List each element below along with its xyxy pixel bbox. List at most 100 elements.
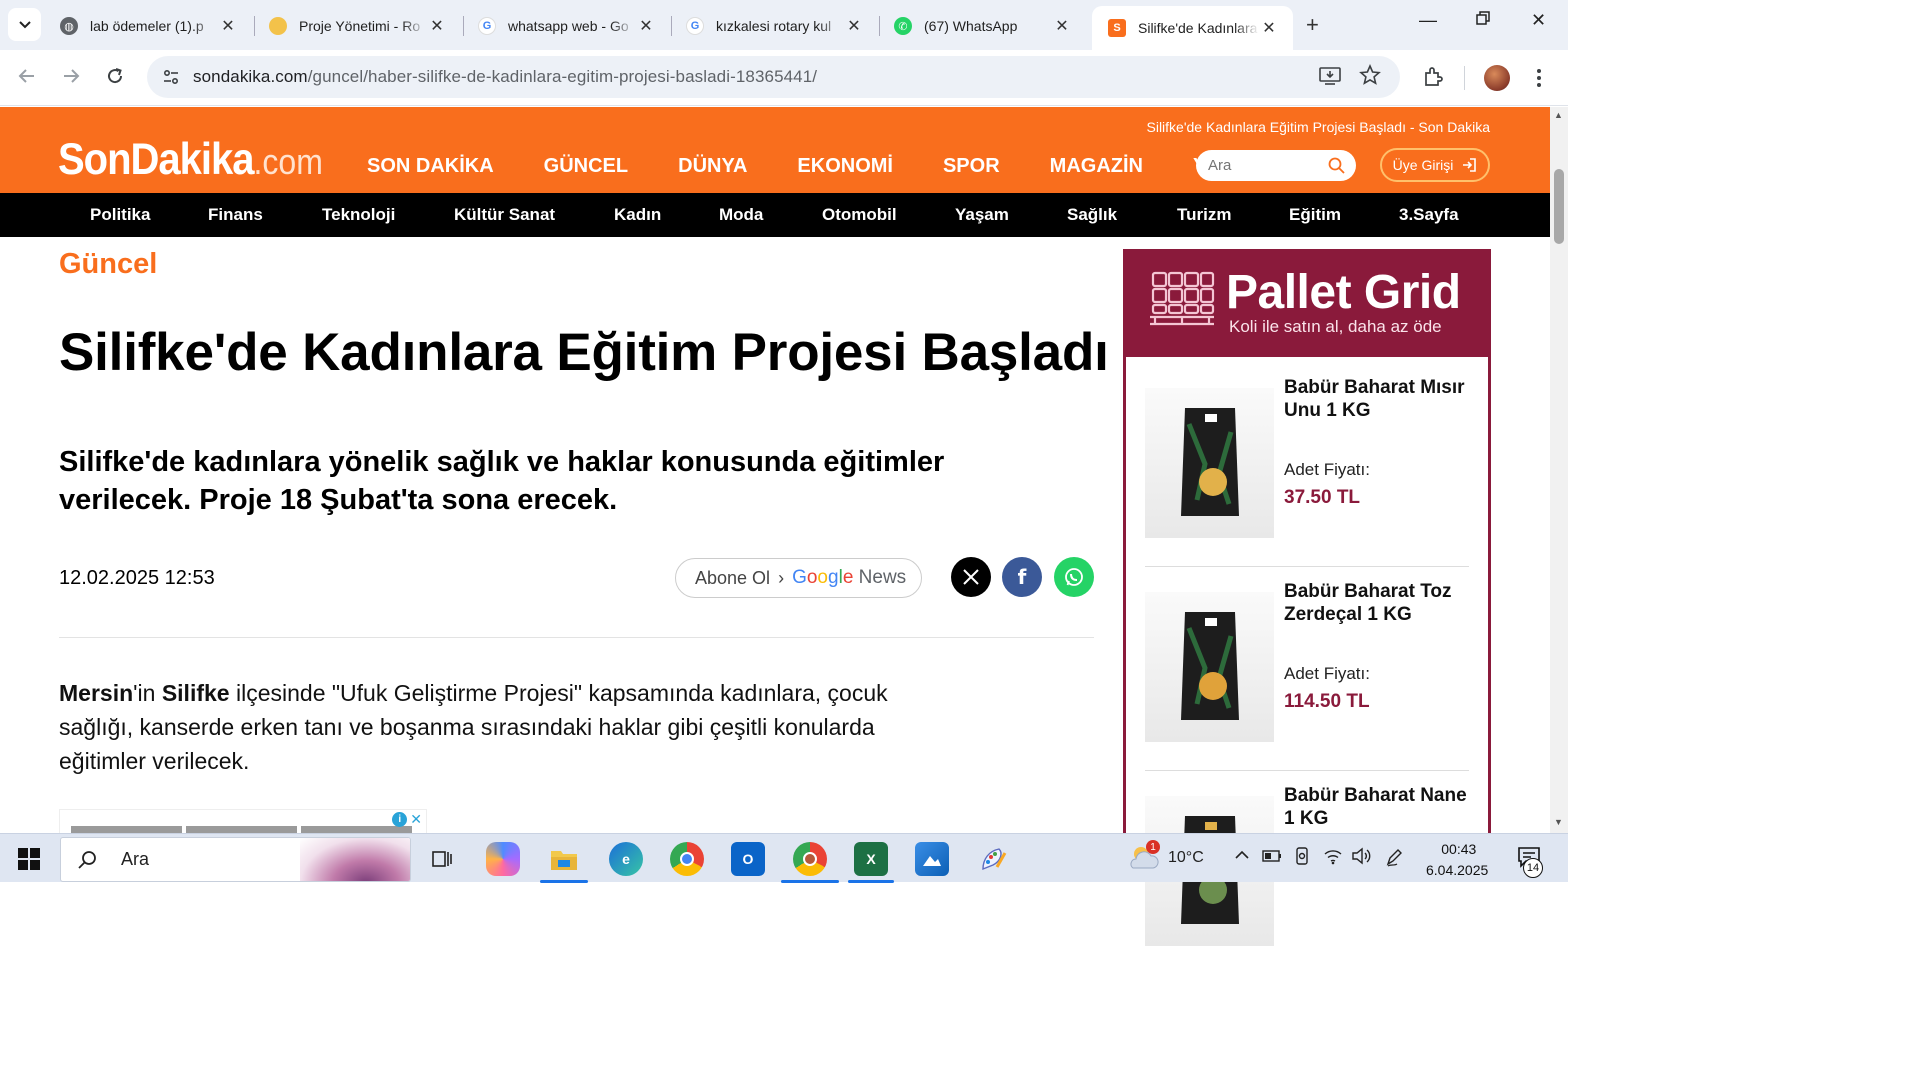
outlook-icon[interactable]: O (731, 842, 765, 876)
search-input[interactable] (1208, 157, 1328, 174)
close-tab-icon[interactable]: ✕ (1052, 16, 1072, 36)
search-icon[interactable] (1328, 157, 1345, 174)
link-silifke[interactable]: Silifke (162, 680, 230, 706)
subnav-finans[interactable]: Finans (208, 205, 263, 225)
sidebar-ad[interactable]: Pallet Grid Koli ile satın al, daha az ö… (1123, 249, 1491, 946)
product-card[interactable]: Babür Baharat Mısır Unu 1 KG Adet Fiyatı… (1145, 376, 1469, 546)
nav-magazin[interactable]: MAGAZİN (1033, 155, 1143, 178)
address-bar[interactable]: sondakika.com/guncel/haber-silifke-de-ka… (147, 56, 1400, 98)
install-app-icon[interactable] (1319, 66, 1341, 91)
tab-search-button[interactable] (8, 8, 41, 41)
subnav-yasam[interactable]: Yaşam (955, 205, 1009, 225)
excel-icon[interactable]: X (854, 842, 888, 876)
site-logo[interactable]: SonDakika.com (58, 135, 323, 185)
file-explorer-icon[interactable] (547, 842, 581, 876)
close-tab-icon[interactable]: ✕ (218, 16, 238, 36)
extensions-icon[interactable] (1422, 66, 1444, 93)
tab-2[interactable]: G whatsapp web - Go ✕ (462, 6, 670, 46)
site-header: SonDakika.com Silifke'de Kadınlara Eğiti… (0, 107, 1550, 193)
article-category[interactable]: Güncel (59, 248, 157, 281)
volume-icon[interactable] (1351, 847, 1371, 870)
copilot-icon[interactable] (486, 842, 520, 876)
close-tab-icon[interactable]: ✕ (844, 16, 864, 36)
facebook-icon: f (1017, 565, 1027, 589)
subnav-kultur-sanat[interactable]: Kültür Sanat (454, 205, 555, 225)
nav-guncel[interactable]: GÜNCEL (527, 155, 628, 178)
share-facebook-button[interactable]: f (1002, 557, 1042, 597)
profile-avatar[interactable] (1484, 65, 1510, 91)
share-x-button[interactable] (951, 557, 991, 597)
nav-ekonomi[interactable]: EKONOMİ (780, 155, 893, 178)
forward-button[interactable] (61, 66, 81, 92)
search-highlight-image (300, 838, 410, 881)
subnav-saglik[interactable]: Sağlık (1067, 205, 1117, 225)
link-mersin[interactable]: Mersin (59, 680, 133, 706)
subnav-moda[interactable]: Moda (719, 205, 763, 225)
subnav-otomobil[interactable]: Otomobil (822, 205, 897, 225)
subnav-teknoloji[interactable]: Teknoloji (322, 205, 395, 225)
tab-4[interactable]: ✆ (67) WhatsApp ✕ (878, 6, 1086, 46)
page-scrollbar[interactable]: ▲ ▼ (1550, 107, 1568, 833)
tab-0[interactable]: ◍ lab ödemeler (1).p ✕ (44, 6, 252, 46)
bookmark-star-icon[interactable] (1359, 63, 1381, 91)
close-window-button[interactable]: ✕ (1531, 10, 1546, 31)
nav-son-dakika[interactable]: SON DAKİKA (350, 155, 494, 178)
site-info-icon[interactable] (161, 67, 181, 87)
scroll-down-arrow[interactable]: ▼ (1554, 817, 1563, 827)
product-card[interactable]: Babür Baharat Toz Zerdeçal 1 KG Adet Fiy… (1145, 580, 1469, 750)
chevron-up-icon[interactable] (1234, 847, 1250, 868)
subnav-turizm[interactable]: Turizm (1177, 205, 1231, 225)
wifi-icon[interactable] (1323, 847, 1343, 870)
subnav-3sayfa[interactable]: 3.Sayfa (1399, 205, 1459, 225)
follow-label: Abone Ol (695, 567, 771, 588)
google-icon: G (478, 17, 496, 35)
sondakika-icon: S (1108, 19, 1126, 37)
subnav-kadin[interactable]: Kadın (614, 205, 661, 225)
notification-center-button[interactable]: 14 (1517, 846, 1545, 878)
menu-kebab-icon[interactable] (1536, 68, 1542, 93)
arrow-right-icon (64, 69, 80, 83)
new-tab-button[interactable]: + (1306, 12, 1319, 38)
photos-icon[interactable] (915, 842, 949, 876)
scrollbar-thumb[interactable] (1554, 169, 1564, 244)
nav-dunya[interactable]: DÜNYA (661, 155, 747, 178)
tab-title: Proje Yönetimi - Ro (299, 18, 421, 34)
paint-icon[interactable] (976, 842, 1010, 876)
start-button[interactable] (18, 848, 40, 875)
pen-icon[interactable] (1385, 847, 1403, 872)
ad-close-icon[interactable]: ✕ (410, 812, 422, 827)
subnav-politika[interactable]: Politika (90, 205, 150, 225)
google-news-follow-button[interactable]: Abone Ol › Google News (675, 558, 922, 598)
system-clock[interactable]: 00:43 6.04.2025 (1426, 839, 1488, 881)
edge-icon[interactable]: e (609, 842, 643, 876)
product-image (1145, 388, 1274, 538)
tab-1[interactable]: Proje Yönetimi - Ro ✕ (253, 6, 461, 46)
ad-brand: Pallet Grid (1226, 266, 1461, 319)
close-tab-icon[interactable]: ✕ (1259, 18, 1279, 38)
close-tab-icon[interactable]: ✕ (636, 16, 656, 36)
battery-icon[interactable] (1262, 849, 1282, 868)
share-whatsapp-button[interactable] (1054, 557, 1094, 597)
weather-widget[interactable]: 1 (1127, 840, 1161, 877)
product-name: Babür Baharat Nane 1 KG (1284, 785, 1467, 829)
ad-info-icon[interactable]: i (392, 812, 408, 827)
subnav-egitim[interactable]: Eğitim (1289, 205, 1341, 225)
chrome-profile-icon[interactable] (793, 842, 827, 876)
back-button[interactable] (17, 66, 37, 92)
scroll-up-arrow[interactable]: ▲ (1554, 110, 1563, 120)
minimize-button[interactable]: — (1419, 10, 1437, 31)
close-tab-icon[interactable]: ✕ (427, 16, 447, 36)
task-view-icon[interactable] (425, 842, 459, 876)
tab-5-active[interactable]: S Silifke'de Kadınlara ✕ (1092, 6, 1293, 50)
article-spot: Silifke'de kadınlara yönelik sağlık ve h… (59, 446, 945, 516)
login-button[interactable]: Üye Girişi (1380, 148, 1490, 182)
tab-3[interactable]: G kızkalesi rotary kul ✕ (670, 6, 878, 46)
taskbar-search[interactable]: Ara (60, 837, 411, 882)
meet-now-icon[interactable] (1294, 847, 1310, 870)
nav-spor[interactable]: SPOR (926, 155, 1000, 178)
chrome-icon[interactable] (670, 842, 704, 876)
pallet-grid-banner[interactable]: Pallet Grid Koli ile satın al, daha az ö… (1123, 249, 1491, 357)
restore-button[interactable] (1475, 10, 1491, 31)
whatsapp-icon (1065, 568, 1083, 586)
reload-button[interactable] (105, 66, 125, 92)
